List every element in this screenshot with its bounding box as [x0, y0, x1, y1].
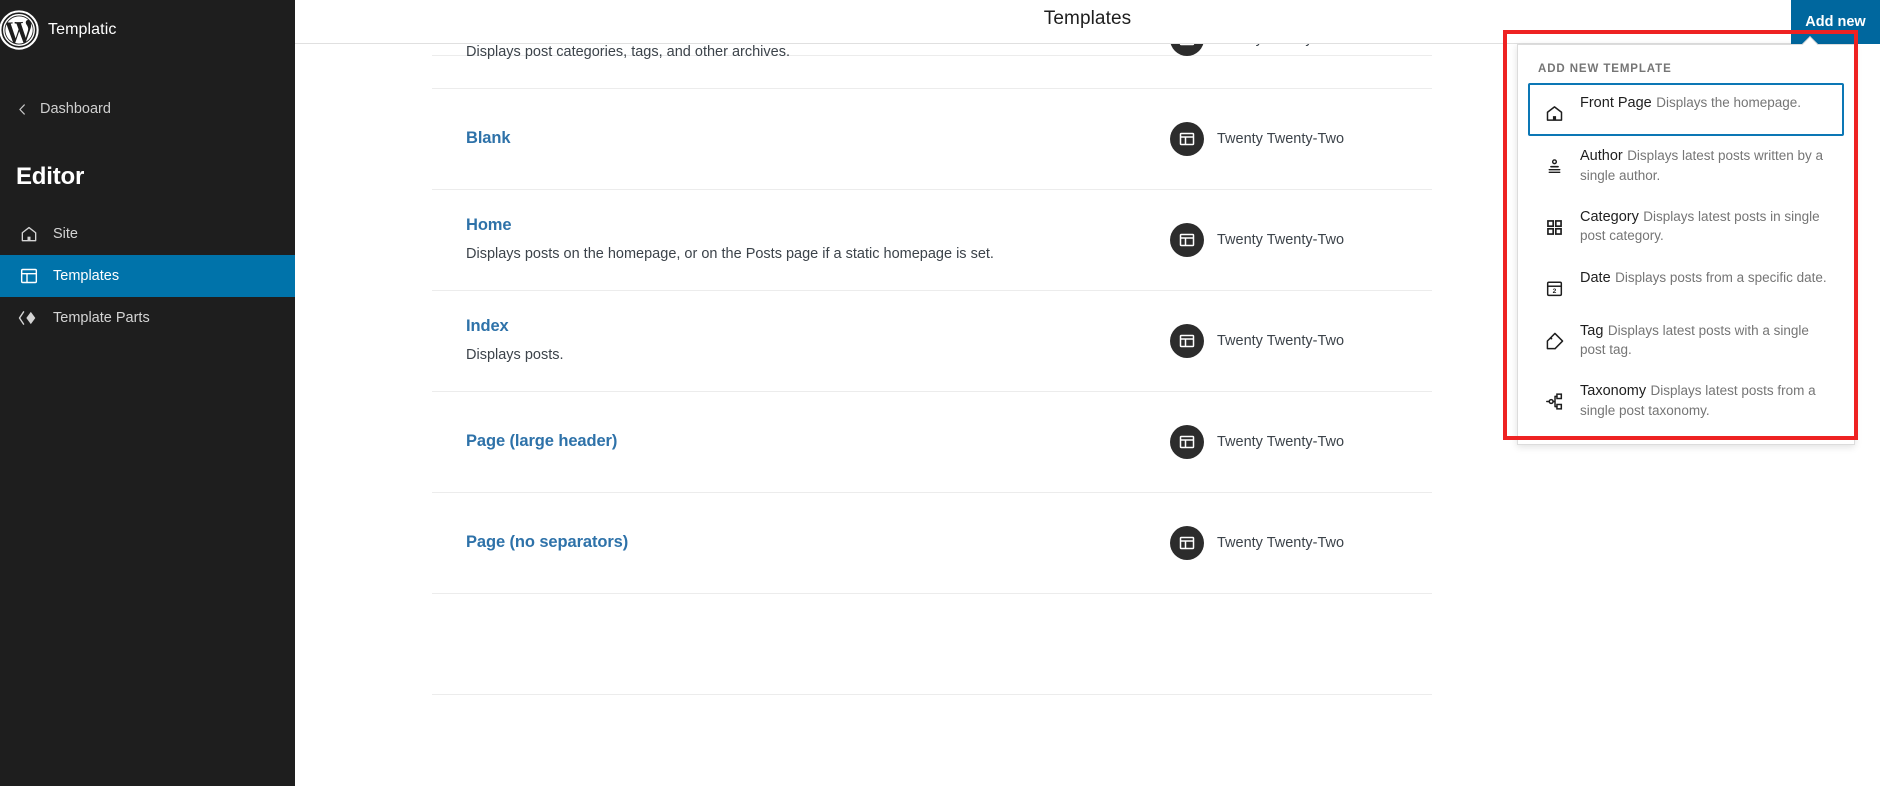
- sidebar-item-site[interactable]: Site: [0, 213, 295, 255]
- author-icon: [1542, 147, 1566, 177]
- app-root: Templatic Dashboard Editor Site Template…: [0, 0, 1880, 786]
- template-description: Displays post categories, tags, and othe…: [466, 44, 790, 61]
- menu-item-title: Category: [1580, 208, 1639, 225]
- menu-item-date[interactable]: 2 Date Displays posts from a specific da…: [1528, 258, 1844, 311]
- template-cell: Archive Displays post categories, tags, …: [466, 44, 1066, 63]
- menu-item-title: Taxonomy: [1580, 383, 1647, 400]
- menu-item-taxonomy[interactable]: Taxonomy Displays latest posts from a si…: [1528, 371, 1844, 432]
- sidebar: Templatic Dashboard Editor Site Template…: [0, 0, 295, 786]
- sidebar-nav: Site Templates Template Parts: [0, 213, 295, 339]
- template-title-link[interactable]: Home: [466, 216, 1066, 236]
- calendar-date-icon: 2: [1542, 269, 1566, 299]
- templates-table: Archive Displays post categories, tags, …: [432, 44, 1432, 695]
- popover-arrow: [1801, 36, 1819, 45]
- table-row[interactable]: Home Displays posts on the homepage, or …: [432, 190, 1432, 291]
- template-parts-icon: [18, 307, 40, 329]
- template-cell: Home Displays posts on the homepage, or …: [466, 216, 1066, 264]
- template-title-link[interactable]: Blank: [466, 129, 1066, 149]
- table-row[interactable]: [432, 594, 1432, 695]
- sidebar-back-label: Dashboard: [40, 101, 111, 117]
- sidebar-brand[interactable]: Templatic: [0, 0, 295, 60]
- brand-title: Templatic: [48, 21, 117, 38]
- menu-item-title: Front Page: [1580, 95, 1652, 111]
- theme-layout-icon: [1170, 122, 1204, 156]
- table-row[interactable]: Page (no separators) Twenty Twenty-Two: [432, 493, 1432, 594]
- popover-menu: Front Page Displays the homepage. Author: [1518, 83, 1854, 432]
- sidebar-back-dashboard[interactable]: Dashboard: [0, 96, 295, 122]
- chevron-left-icon: [16, 103, 29, 116]
- theme-cell: Twenty Twenty-Two: [1170, 324, 1344, 358]
- template-cell: Blank: [466, 129, 1066, 149]
- theme-name: Twenty Twenty-Two: [1217, 535, 1345, 551]
- sidebar-item-templates[interactable]: Templates: [0, 255, 295, 297]
- table-row[interactable]: Archive Displays post categories, tags, …: [432, 44, 1432, 89]
- sidebar-item-label: Templates: [53, 268, 120, 284]
- template-cell: Page (no separators): [466, 533, 1066, 553]
- theme-name: Twenty Twenty-Two: [1217, 131, 1345, 147]
- template-layout-icon: [18, 265, 40, 287]
- home-icon: [18, 223, 40, 245]
- tag-icon: [1542, 322, 1566, 352]
- menu-item-title: Tag: [1580, 322, 1604, 339]
- taxonomy-hierarchy-icon: [1542, 382, 1566, 412]
- theme-layout-icon: [1170, 223, 1204, 257]
- theme-layout-icon: [1170, 526, 1204, 560]
- theme-cell: Twenty Twenty-Two: [1170, 425, 1344, 459]
- menu-item-description: Displays latest posts with a single post…: [1580, 322, 1809, 358]
- menu-item-title: Author: [1580, 148, 1623, 164]
- table-row[interactable]: Index Displays posts. Twenty Twenty-Two: [432, 291, 1432, 392]
- menu-item-tag[interactable]: Tag Displays latest posts with a single …: [1528, 311, 1844, 372]
- menu-item-description: Displays posts from a specific date.: [1615, 269, 1827, 285]
- wordpress-logo-icon: [0, 9, 40, 51]
- table-row[interactable]: Page (large header) Twenty Twenty-Two: [432, 392, 1432, 493]
- topbar: Templates Add new: [295, 0, 1880, 44]
- sidebar-section-heading: Editor: [16, 163, 85, 190]
- main-region: Templates Add new Displays when no conte…: [295, 0, 1880, 786]
- svg-text:2: 2: [1552, 288, 1556, 295]
- template-title-link[interactable]: Page (large header): [466, 432, 1066, 452]
- theme-cell: Twenty Twenty-Two: [1170, 122, 1344, 156]
- theme-layout-icon: [1170, 44, 1204, 56]
- home-icon: [1542, 94, 1566, 124]
- theme-name: Twenty Twenty-Two: [1217, 232, 1345, 248]
- sidebar-item-template-parts[interactable]: Template Parts: [0, 297, 295, 339]
- theme-name: Twenty Twenty-Two: [1217, 434, 1345, 450]
- menu-item-title: Date: [1580, 269, 1611, 286]
- sidebar-item-label: Template Parts: [53, 310, 150, 326]
- theme-cell: Twenty Twenty-Two: [1170, 44, 1344, 56]
- menu-item-front-page[interactable]: Front Page Displays the homepage.: [1528, 83, 1844, 136]
- menu-item-author[interactable]: Author Displays latest posts written by …: [1528, 136, 1844, 197]
- template-description: Displays posts.: [466, 346, 564, 363]
- table-row[interactable]: Blank Twenty Twenty-Two: [432, 89, 1432, 190]
- theme-cell: Twenty Twenty-Two: [1170, 526, 1344, 560]
- theme-layout-icon: [1170, 425, 1204, 459]
- template-cell: Index Displays posts.: [466, 317, 1066, 365]
- theme-name: Twenty Twenty-Two: [1217, 44, 1344, 47]
- add-new-template-popover: ADD NEW TEMPLATE Front Page Displays the…: [1517, 44, 1855, 446]
- menu-item-description: Displays the homepage.: [1656, 95, 1802, 110]
- theme-name: Twenty Twenty-Two: [1217, 333, 1345, 349]
- template-description: Displays posts on the homepage, or on th…: [466, 245, 994, 262]
- sidebar-item-label: Site: [53, 226, 78, 242]
- category-grid-icon: [1542, 208, 1566, 238]
- theme-cell: Twenty Twenty-Two: [1170, 223, 1344, 257]
- template-cell: Page (large header): [466, 432, 1066, 452]
- page-title: Templates: [1043, 8, 1132, 29]
- menu-item-category[interactable]: Category Displays latest posts in single…: [1528, 197, 1844, 258]
- popover-heading: ADD NEW TEMPLATE: [1538, 63, 1672, 75]
- template-title-link[interactable]: Page (no separators): [466, 533, 1066, 553]
- template-title-link[interactable]: Index: [466, 317, 1066, 337]
- theme-layout-icon: [1170, 324, 1204, 358]
